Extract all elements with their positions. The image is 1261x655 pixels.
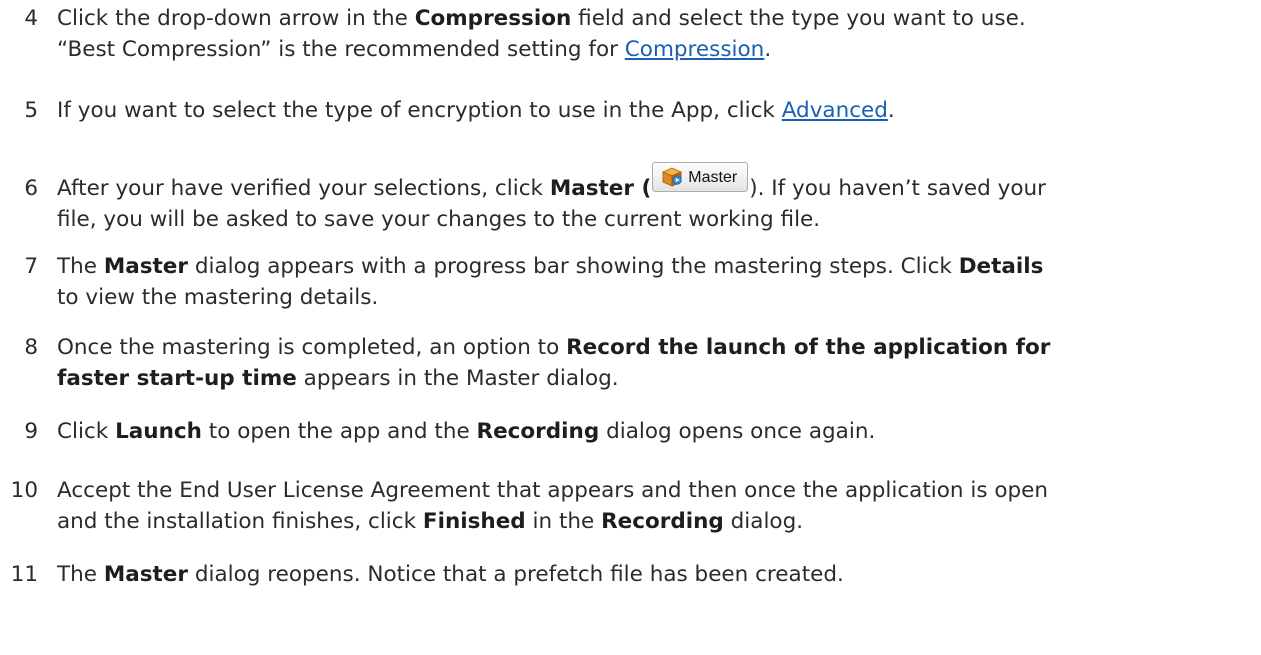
instruction-steps: 4 Click the drop-down arrow in the Compr… xyxy=(0,0,1261,655)
step-text: Click Launch to open the app and the Rec… xyxy=(57,419,876,444)
step-number: 9 xyxy=(24,419,38,444)
step-text: After your have verified your selections… xyxy=(57,162,1257,235)
advanced-link[interactable]: Advanced xyxy=(782,98,888,123)
step-text: Once the mastering is completed, an opti… xyxy=(57,335,1051,391)
master-button-label: Master xyxy=(688,168,738,186)
step-number: 11 xyxy=(10,562,38,587)
launch-button-ref: Launch xyxy=(115,419,202,444)
step-text: Accept the End User License Agreement th… xyxy=(57,478,1049,534)
step-text: Click the drop-down arrow in the Compres… xyxy=(57,6,1026,62)
step-number: 10 xyxy=(10,478,38,503)
step-text: The Master dialog appears with a progres… xyxy=(57,254,1044,310)
step-number: 4 xyxy=(24,6,38,31)
step-number: 7 xyxy=(24,254,38,279)
step-number: 6 xyxy=(24,176,38,201)
master-button[interactable]: Master xyxy=(652,162,749,192)
step-number: 8 xyxy=(24,335,38,360)
master-package-icon xyxy=(661,167,683,187)
finished-button-ref: Finished xyxy=(422,509,526,534)
step-text: The Master dialog reopens. Notice that a… xyxy=(57,562,844,587)
details-button-ref: Details xyxy=(958,254,1044,279)
step-text: If you want to select the type of encryp… xyxy=(57,98,895,123)
compression-field-ref: Compression xyxy=(414,6,572,31)
compression-link[interactable]: Compression xyxy=(625,37,765,62)
step-number: 5 xyxy=(24,98,38,123)
